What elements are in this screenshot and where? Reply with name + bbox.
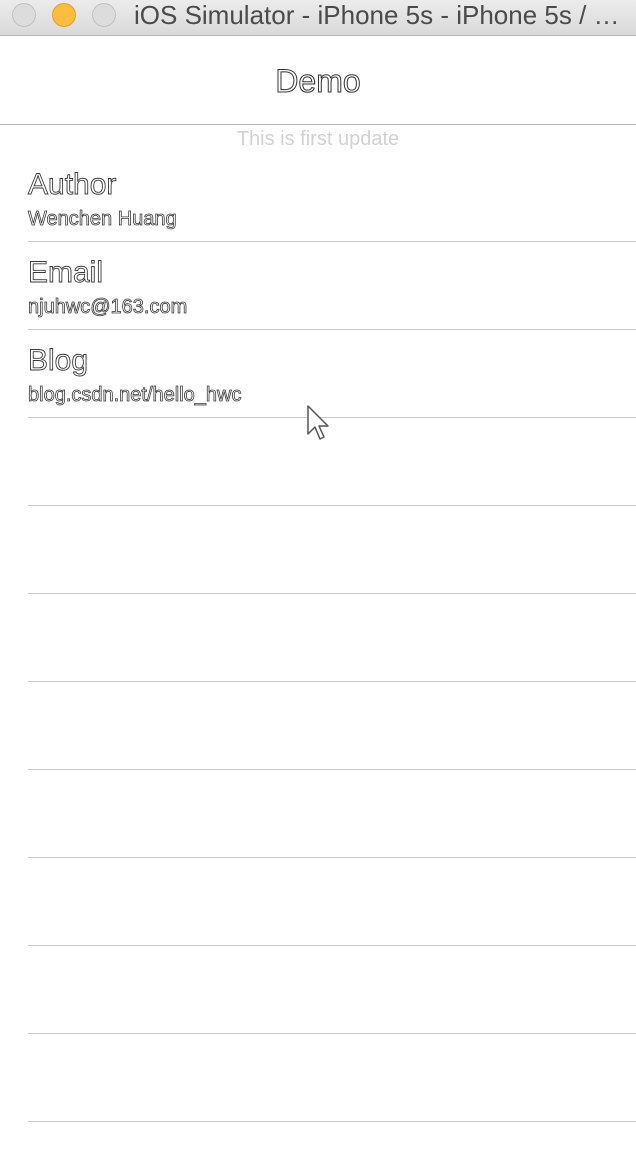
row-title: Blog [28, 344, 89, 378]
row-title: Email [28, 256, 104, 290]
simulator-window: iOS Simulator - iPhone 5s - iPhone 5s / … [0, 0, 636, 1168]
table-row[interactable] [0, 594, 636, 682]
row-subtitle: Wenchen Huang [28, 208, 177, 231]
table-row[interactable] [0, 1034, 636, 1122]
table-row[interactable] [0, 858, 636, 946]
navigation-bar: Demo [0, 37, 636, 125]
row-subtitle: blog.csdn.net/hello_hwc [28, 384, 242, 407]
window-title: iOS Simulator - iPhone 5s - iPhone 5s / … [134, 0, 624, 30]
window-titlebar: iOS Simulator - iPhone 5s - iPhone 5s / … [0, 0, 636, 36]
close-window-button[interactable] [12, 3, 36, 27]
table-row[interactable] [0, 506, 636, 594]
row-subtitle: njuhwc@163.com [28, 296, 188, 319]
minimize-window-button[interactable] [52, 3, 76, 27]
update-status-text: This is first update [236, 128, 400, 150]
zoom-window-button[interactable] [92, 3, 116, 27]
table-row[interactable]: Author Wenchen Huang [0, 154, 636, 242]
row-title: Author [28, 168, 117, 202]
table-row[interactable] [0, 946, 636, 1034]
table-row[interactable] [0, 770, 636, 858]
table-row[interactable]: Email njuhwc@163.com [0, 242, 636, 330]
nav-title: Demo [275, 63, 361, 100]
table-row[interactable] [0, 682, 636, 770]
table-row[interactable] [0, 1122, 636, 1168]
arrow-cursor-icon [307, 405, 329, 440]
